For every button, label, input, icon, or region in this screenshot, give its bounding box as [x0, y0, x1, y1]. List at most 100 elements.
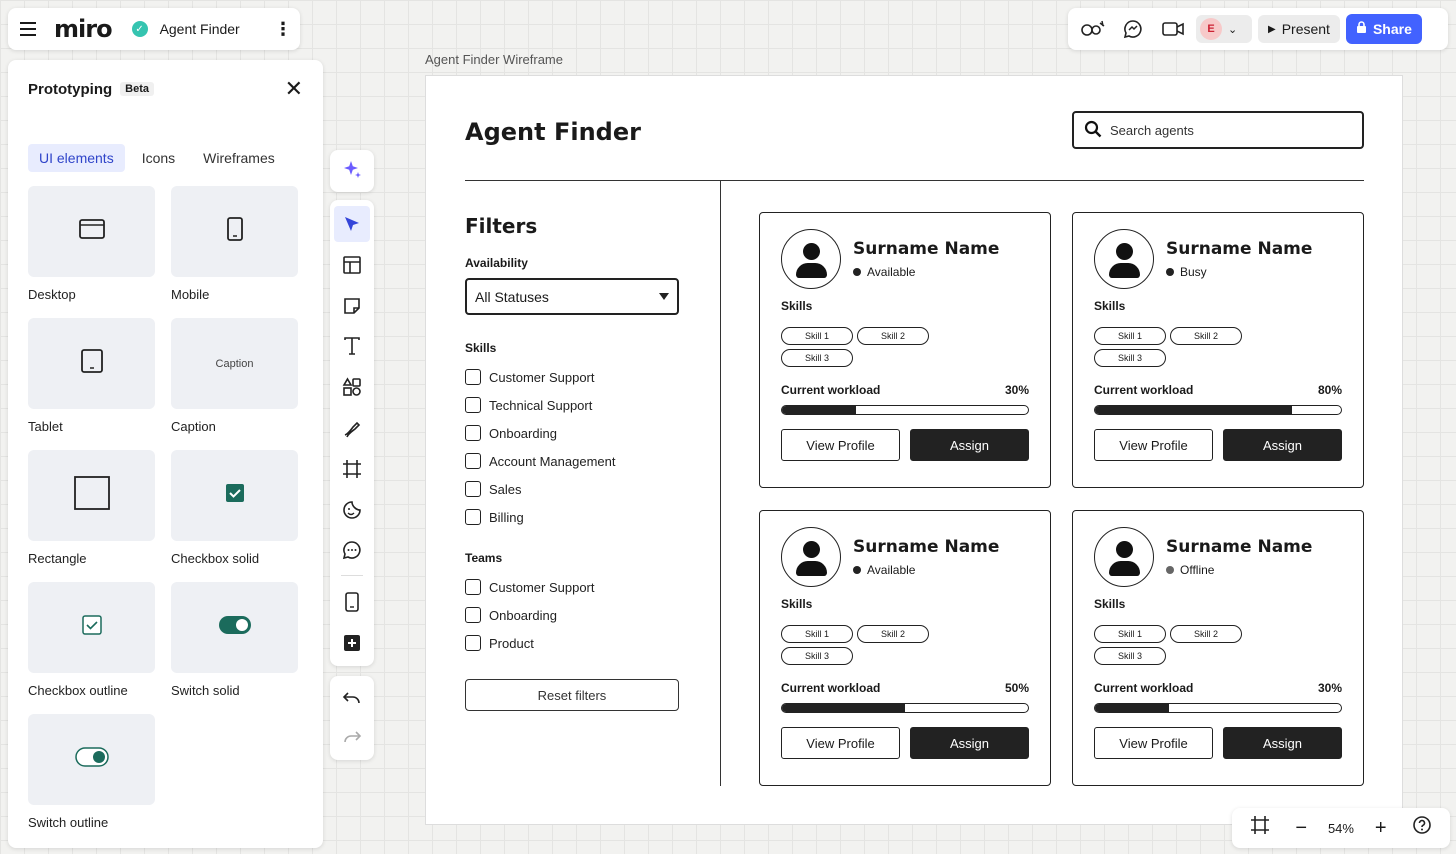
menu-icon[interactable] — [18, 18, 40, 40]
miro-logo[interactable]: miro — [54, 15, 113, 43]
view-profile-button[interactable]: View Profile — [1094, 727, 1213, 759]
status-dot — [853, 566, 861, 574]
checkbox[interactable] — [465, 481, 481, 497]
assign-button[interactable]: Assign — [910, 727, 1029, 759]
video-icon[interactable] — [1156, 14, 1190, 44]
element-switch-outline[interactable]: Switch outline — [28, 714, 155, 846]
element-switch-solid[interactable]: Switch solid — [171, 582, 298, 714]
reactions-icon[interactable] — [1076, 14, 1110, 44]
view-profile-button[interactable]: View Profile — [1094, 429, 1213, 461]
frame-label[interactable]: Agent Finder Wireframe — [425, 52, 563, 67]
undo-icon[interactable] — [334, 682, 370, 716]
element-checkbox-outline[interactable]: Checkbox outline — [28, 582, 155, 714]
skill-filter-option[interactable]: Onboarding — [465, 419, 680, 447]
switch-solid-icon — [218, 615, 252, 640]
workload-bar — [1094, 703, 1342, 713]
element-rectangle[interactable]: Rectangle — [28, 450, 155, 582]
collaborators-dropdown[interactable]: E ⌄ — [1196, 15, 1252, 43]
skill-filter-option[interactable]: Billing — [465, 503, 680, 531]
more-options-icon[interactable]: ⋮ — [274, 19, 292, 40]
fit-to-screen-icon[interactable] — [1246, 815, 1274, 841]
view-profile-button[interactable]: View Profile — [781, 429, 900, 461]
checkbox[interactable] — [465, 607, 481, 623]
tab-wireframes[interactable]: Wireframes — [192, 144, 286, 172]
checkbox[interactable] — [465, 509, 481, 525]
checkbox[interactable] — [465, 369, 481, 385]
creation-toolbar — [330, 200, 374, 666]
board-name[interactable]: Agent Finder — [160, 21, 274, 37]
checkbox[interactable] — [465, 579, 481, 595]
checkbox-outline-icon — [81, 615, 102, 640]
shapes-icon[interactable] — [334, 369, 370, 405]
view-profile-button[interactable]: View Profile — [781, 727, 900, 759]
checkbox[interactable] — [465, 635, 481, 651]
workload-fill — [782, 406, 856, 414]
share-button[interactable]: Share — [1345, 14, 1422, 44]
skill-filter-option[interactable]: Customer Support — [465, 363, 680, 391]
chat-icon[interactable] — [1116, 14, 1150, 44]
workload-value: 50% — [1004, 681, 1029, 695]
skill-chip: Skill 1 — [781, 327, 853, 345]
zoom-in-icon[interactable]: + — [1367, 817, 1395, 840]
add-more-icon[interactable] — [334, 625, 370, 661]
agent-name: Surname Name — [1166, 537, 1313, 557]
wireframe-frame[interactable]: Agent Finder Search agents Filters Avail… — [425, 75, 1403, 825]
skill-filter-option[interactable]: Sales — [465, 475, 680, 503]
search-input[interactable]: Search agents — [1072, 111, 1364, 149]
element-label: Mobile — [171, 287, 210, 302]
avatar[interactable]: E — [1200, 18, 1222, 40]
select-cursor-icon[interactable] — [334, 206, 370, 242]
present-button[interactable]: ▶ Present — [1258, 15, 1340, 43]
assign-button[interactable]: Assign — [910, 429, 1029, 461]
skill-filter-option[interactable]: Account Management — [465, 447, 680, 475]
agent-name: Surname Name — [853, 537, 1000, 557]
caption-preview: Caption — [215, 357, 254, 370]
skill-chip: Skill 1 — [1094, 625, 1166, 643]
option-label: Customer Support — [489, 579, 595, 595]
history-toolbar — [330, 676, 374, 760]
frame-icon[interactable] — [334, 451, 370, 487]
assign-button[interactable]: Assign — [1223, 727, 1342, 759]
mobile-prototype-icon[interactable] — [334, 584, 370, 620]
element-caption[interactable]: Caption Caption — [171, 318, 298, 450]
comment-icon[interactable] — [334, 533, 370, 569]
help-icon[interactable] — [1408, 815, 1436, 841]
option-label: Customer Support — [489, 369, 595, 385]
reset-filters-button[interactable]: Reset filters — [465, 679, 679, 711]
tab-ui-elements[interactable]: UI elements — [28, 144, 125, 172]
status-dot — [1166, 268, 1174, 276]
status-text: Available — [867, 563, 916, 577]
skill-filter-option[interactable]: Technical Support — [465, 391, 680, 419]
workload-label: Current workload — [1094, 383, 1194, 397]
element-checkbox-solid[interactable]: Checkbox solid — [171, 450, 298, 582]
pen-icon[interactable] — [334, 410, 370, 446]
availability-select[interactable]: All Statuses — [465, 278, 679, 315]
tab-icons[interactable]: Icons — [131, 144, 186, 172]
team-filter-option[interactable]: Product — [465, 629, 680, 657]
sticker-icon[interactable] — [334, 492, 370, 528]
element-desktop[interactable]: Desktop — [28, 186, 155, 318]
checkbox[interactable] — [465, 453, 481, 469]
team-filter-option[interactable]: Customer Support — [465, 573, 680, 601]
sparkle-icon[interactable] — [334, 151, 370, 187]
zoom-level[interactable]: 54% — [1328, 821, 1354, 836]
check-icon: ✓ — [131, 21, 148, 37]
element-mobile[interactable]: Mobile — [171, 186, 298, 318]
assign-button[interactable]: Assign — [1223, 429, 1342, 461]
agent-card: Surname Name Available Skills Skill 1 Ski… — [759, 212, 1051, 488]
close-icon[interactable]: ✕ — [285, 78, 303, 100]
sticky-note-icon[interactable] — [334, 288, 370, 324]
team-filter-option[interactable]: Onboarding — [465, 601, 680, 629]
availability-label: Availability — [465, 256, 528, 270]
skill-chip: Skill 2 — [857, 625, 929, 643]
text-icon[interactable] — [334, 328, 370, 364]
checkbox[interactable] — [465, 397, 481, 413]
element-tablet[interactable]: Tablet — [28, 318, 155, 450]
redo-icon[interactable] — [334, 721, 370, 755]
zoom-out-icon[interactable]: − — [1287, 817, 1315, 840]
skill-chip: Skill 2 — [1170, 327, 1242, 345]
checkbox[interactable] — [465, 425, 481, 441]
avatar — [781, 229, 841, 289]
templates-icon[interactable] — [334, 247, 370, 283]
workload-fill — [782, 704, 905, 712]
